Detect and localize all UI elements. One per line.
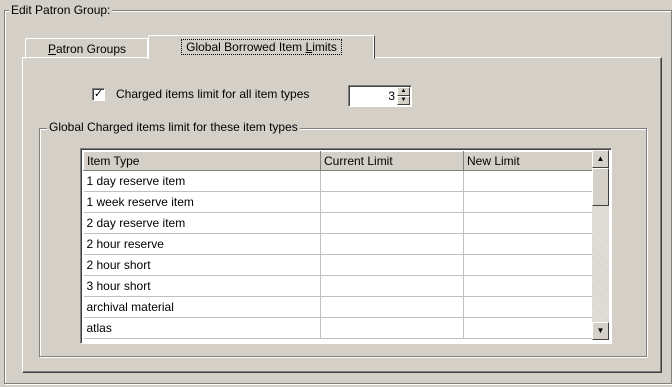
- table-row[interactable]: atlas: [83, 317, 596, 339]
- table-row[interactable]: 2 day reserve item: [83, 212, 596, 234]
- cell-new-limit[interactable]: [463, 296, 596, 318]
- charged-limit-checkbox[interactable]: ✓: [92, 88, 105, 101]
- cell-item-type[interactable]: 1 week reserve item: [83, 191, 321, 213]
- column-header-item-type[interactable]: Item Type: [83, 151, 321, 171]
- cell-item-type[interactable]: 2 hour reserve: [83, 233, 321, 255]
- cell-item-type[interactable]: 2 hour short: [83, 254, 321, 276]
- tab-patron-groups[interactable]: Patron Groups: [25, 38, 149, 59]
- inner-group-title: Global Charged items limit for these ite…: [47, 120, 300, 134]
- cell-item-type[interactable]: 2 day reserve item: [83, 212, 321, 234]
- table-row[interactable]: 2 hour reserve: [83, 233, 596, 255]
- scroll-up-icon[interactable]: ▲: [592, 150, 609, 168]
- cell-current-limit[interactable]: [320, 233, 464, 255]
- cell-current-limit[interactable]: [320, 317, 464, 339]
- scroll-down-icon[interactable]: ▼: [592, 322, 609, 340]
- table-row[interactable]: 3 hour short: [83, 275, 596, 297]
- tab-patron-groups-label: Patron Groups: [47, 42, 127, 56]
- spin-down-icon[interactable]: ▼: [397, 96, 410, 105]
- cell-new-limit[interactable]: [463, 212, 596, 234]
- cell-item-type[interactable]: atlas: [83, 317, 321, 339]
- cell-item-type[interactable]: 1 day reserve item: [83, 170, 321, 192]
- table-row[interactable]: archival material: [83, 296, 596, 318]
- cell-current-limit[interactable]: [320, 212, 464, 234]
- cell-current-limit[interactable]: [320, 254, 464, 276]
- grid-scrollbar[interactable]: ▲ ▼: [592, 150, 609, 340]
- column-header-current-limit[interactable]: Current Limit: [320, 151, 464, 171]
- table-row[interactable]: 2 hour short: [83, 254, 596, 276]
- cell-current-limit[interactable]: [320, 275, 464, 297]
- cell-new-limit[interactable]: [463, 254, 596, 276]
- checkmark-icon: ✓: [93, 88, 104, 100]
- cell-current-limit[interactable]: [320, 170, 464, 192]
- cell-new-limit[interactable]: [463, 170, 596, 192]
- scroll-thumb[interactable]: [592, 168, 609, 206]
- tab-global-borrowed-item-limits-label: Global Borrowed Item Limits: [181, 39, 342, 55]
- table-row[interactable]: 1 week reserve item: [83, 191, 596, 213]
- cell-new-limit[interactable]: [463, 191, 596, 213]
- charged-limit-value[interactable]: 3: [388, 89, 395, 103]
- column-header-new-limit[interactable]: New Limit: [463, 151, 596, 171]
- cell-item-type[interactable]: 3 hour short: [83, 275, 321, 297]
- group-title: Edit Patron Group:: [9, 3, 113, 17]
- cell-new-limit[interactable]: [463, 275, 596, 297]
- charged-limit-label: Charged items limit for all item types: [116, 87, 310, 101]
- charged-limit-spinner[interactable]: 3 ▲ ▼: [348, 85, 412, 107]
- spin-up-icon[interactable]: ▲: [397, 87, 410, 96]
- cell-current-limit[interactable]: [320, 296, 464, 318]
- cell-new-limit[interactable]: [463, 317, 596, 339]
- cell-item-type[interactable]: archival material: [83, 296, 321, 318]
- cell-current-limit[interactable]: [320, 191, 464, 213]
- item-type-grid[interactable]: Item Type Current Limit New Limit 1 day …: [80, 148, 612, 344]
- table-row[interactable]: 1 day reserve item: [83, 170, 596, 192]
- tab-global-borrowed-item-limits[interactable]: Global Borrowed Item Limits: [148, 35, 375, 59]
- cell-new-limit[interactable]: [463, 233, 596, 255]
